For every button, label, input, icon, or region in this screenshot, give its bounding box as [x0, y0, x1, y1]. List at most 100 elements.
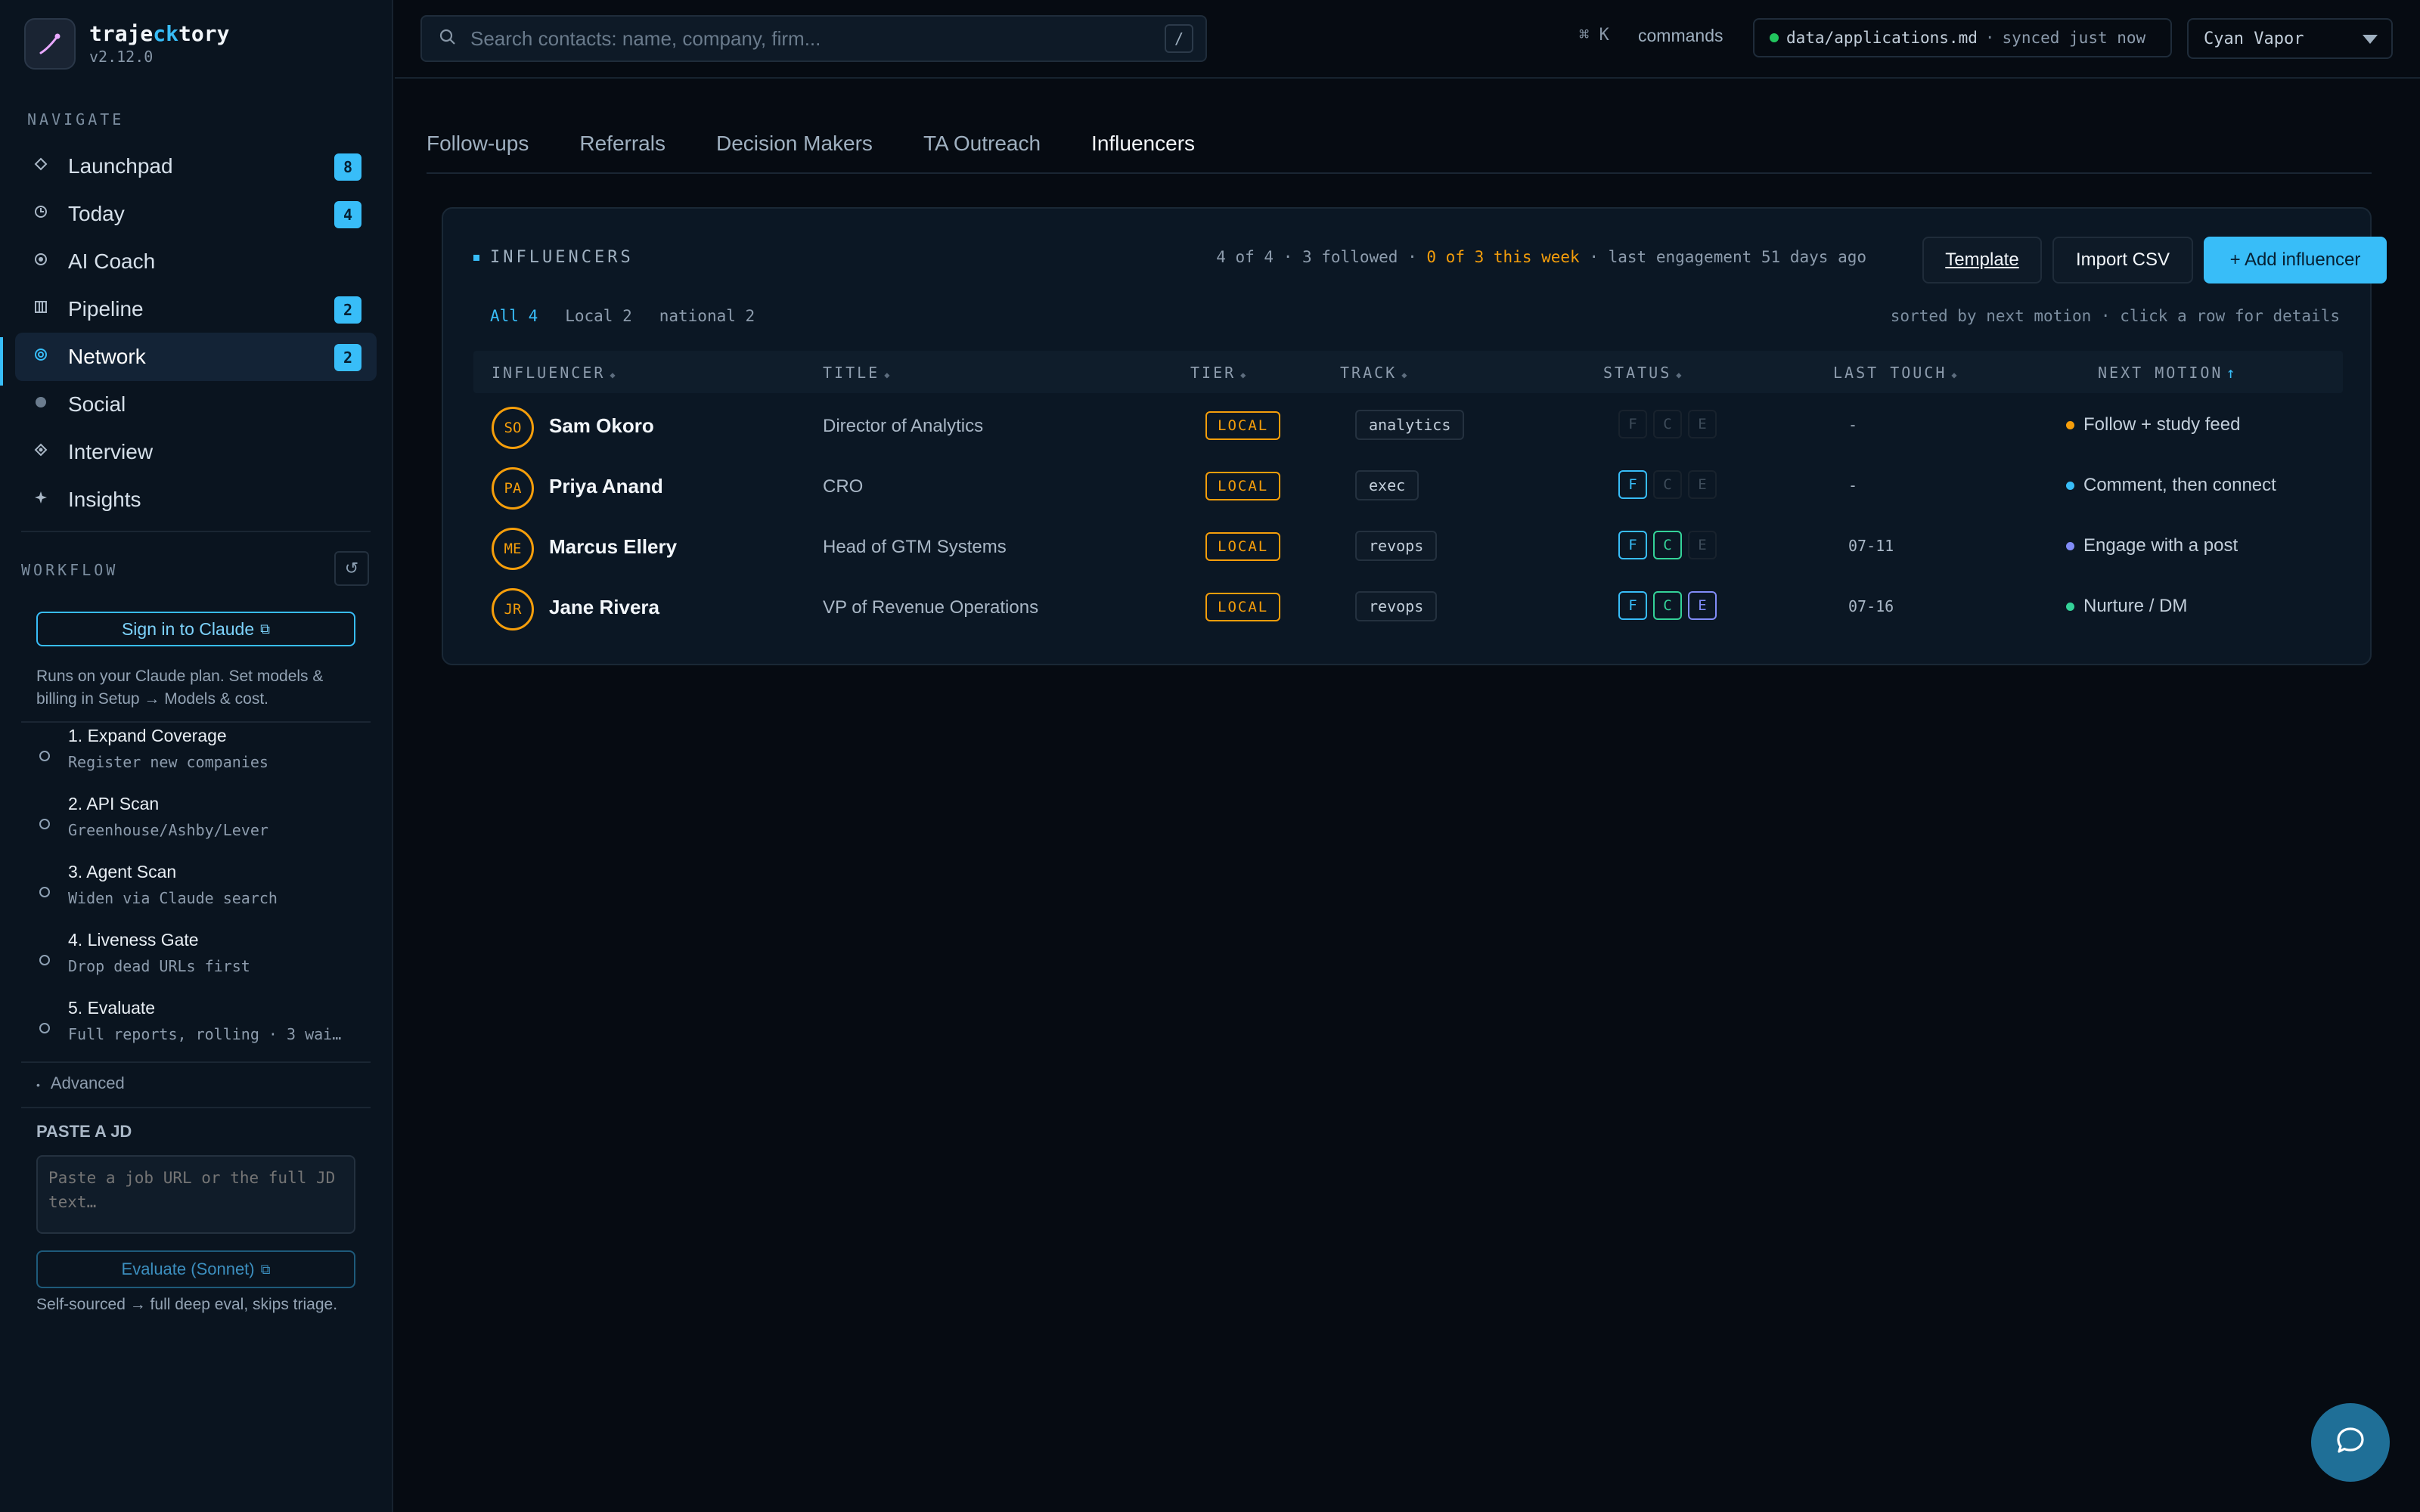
influencer-name: Jane Rivera	[549, 596, 659, 618]
filter-local[interactable]: Local 2	[565, 307, 632, 325]
refresh-icon: ↺	[344, 559, 359, 578]
nav-item-pipeline[interactable]: Pipeline 2	[15, 285, 377, 333]
status-follow-chip[interactable]: F	[1618, 591, 1647, 620]
status-comment-chip[interactable]: C	[1653, 531, 1682, 559]
filter-all[interactable]: All 4	[490, 307, 538, 325]
next-motion: Engage with a post	[2066, 535, 2238, 556]
workflow-steps: 1. Expand Coverage Register new companie…	[38, 723, 371, 1063]
theme-select[interactable]: Cyan Vapor	[2187, 18, 2393, 59]
sync-status[interactable]: data/applications.md · synced just now	[1753, 18, 2172, 57]
last-touch: 07-11	[1848, 537, 1894, 555]
status-engage-chip[interactable]: E	[1688, 410, 1717, 438]
brand[interactable]: trajecktory v2.12.0	[24, 18, 229, 70]
column-influencer[interactable]: INFLUENCER ◆	[492, 364, 618, 382]
tier-badge: LOCAL	[1205, 411, 1281, 440]
workflow-label: WORKFLOW	[21, 561, 119, 579]
tab-ta-outreach[interactable]: TA Outreach	[923, 122, 1041, 174]
last-touch: -	[1848, 416, 1858, 434]
jd-textarea[interactable]	[36, 1155, 355, 1234]
status-engage-chip[interactable]: E	[1688, 531, 1717, 559]
step-circle-icon	[39, 955, 50, 965]
workflow-step[interactable]: 1. Expand Coverage Register new companie…	[38, 723, 371, 791]
status-chips: F C E	[1618, 531, 1723, 559]
chat-button[interactable]	[2311, 1403, 2390, 1482]
add-influencer-button[interactable]: + Add influencer	[2204, 237, 2387, 284]
status-comment-chip[interactable]: C	[1653, 591, 1682, 620]
sort-icon: ◆	[610, 370, 618, 380]
status-engage-chip[interactable]: E	[1688, 470, 1717, 499]
status-chips: F C E	[1618, 591, 1723, 620]
influencer-title: Head of GTM Systems	[823, 537, 1007, 557]
sync-file: data/applications.md	[1786, 29, 1978, 47]
step-subtitle: Drop dead URLs first	[68, 957, 250, 975]
avatar: SO	[492, 407, 534, 449]
next-motion: Follow + study feed	[2066, 414, 2240, 435]
workflow-step[interactable]: 5. Evaluate Full reports, rolling · 3 wa…	[38, 995, 371, 1063]
workflow-step[interactable]: 2. API Scan Greenhouse/Ashby/Lever	[38, 791, 371, 859]
status-follow-chip[interactable]: F	[1618, 410, 1647, 438]
nav-label: Network	[68, 345, 146, 368]
table-row[interactable]: ME Marcus Ellery Head of GTM Systems LOC…	[473, 514, 2343, 575]
nav-item-social[interactable]: Social	[15, 380, 377, 429]
card-title: INFLUENCERS	[473, 248, 634, 267]
column-tier[interactable]: TIER ◆	[1190, 364, 1248, 382]
status-comment-chip[interactable]: C	[1653, 410, 1682, 438]
step-title: 1. Expand Coverage	[68, 726, 227, 745]
paste-jd-label: PASTE A JD	[36, 1122, 132, 1141]
evaluate-button[interactable]: Evaluate (Sonnet) ⧉	[36, 1250, 355, 1288]
filter-bar: All 4 Local 2 national 2	[490, 307, 782, 325]
search-input[interactable]: Search contacts: name, company, firm...	[470, 27, 821, 51]
workflow-note-2: billing in Setup → Models & cost.	[36, 690, 268, 708]
status-follow-chip[interactable]: F	[1618, 531, 1647, 559]
nav-item-ai-coach[interactable]: AI Coach	[15, 237, 377, 286]
step-title: 4. Liveness Gate	[68, 930, 199, 950]
tab-decision-makers[interactable]: Decision Makers	[716, 122, 873, 174]
column-track[interactable]: TRACK ◆	[1340, 364, 1409, 382]
nav-item-launchpad[interactable]: Launchpad 8	[15, 142, 377, 191]
next-motion: Comment, then connect	[2066, 475, 2276, 496]
nav-badge: 8	[334, 153, 361, 181]
table-row[interactable]: PA Priya Anand CRO LOCAL exec F C E - Co…	[473, 454, 2343, 514]
commands-button[interactable]: commands	[1638, 26, 1723, 46]
sign-in-label: Sign in to Claude	[121, 618, 255, 639]
sign-in-button[interactable]: Sign in to Claude ⧉	[36, 612, 355, 646]
advanced-toggle[interactable]: • Advanced	[36, 1074, 125, 1093]
column-title[interactable]: TITLE ◆	[823, 364, 892, 382]
workflow-step[interactable]: 4. Liveness Gate Drop dead URLs first	[38, 927, 371, 995]
sort-icon: ◆	[1240, 370, 1249, 380]
search-icon	[439, 28, 457, 50]
column-status[interactable]: STATUS ◆	[1603, 364, 1683, 382]
command-shortcut: ⌘ K	[1579, 26, 1609, 45]
influencer-title: Director of Analytics	[823, 416, 984, 436]
sparkle-icon	[33, 490, 56, 510]
columns-icon	[33, 299, 56, 319]
workflow-step[interactable]: 3. Agent Scan Widen via Claude search	[38, 859, 371, 927]
status-comment-chip[interactable]: C	[1653, 470, 1682, 499]
diamond-dot-icon	[33, 442, 56, 462]
status-engage-chip[interactable]: E	[1688, 591, 1717, 620]
track-tag: revops	[1355, 531, 1438, 561]
tab-follow-ups[interactable]: Follow-ups	[427, 122, 529, 174]
top-bar: Search contacts: name, company, firm... …	[395, 0, 2420, 79]
nav-item-insights[interactable]: Insights	[15, 476, 377, 524]
tier-badge: LOCAL	[1205, 593, 1281, 621]
search-box[interactable]: Search contacts: name, company, firm... …	[420, 15, 1207, 62]
nav-item-today[interactable]: Today 4	[15, 190, 377, 238]
nav-label: Today	[68, 202, 125, 225]
table-row[interactable]: SO Sam Okoro Director of Analytics LOCAL…	[473, 393, 2343, 454]
nav-item-network[interactable]: Network 2	[15, 333, 377, 381]
template-button[interactable]: Template	[1922, 237, 2042, 284]
filter-national[interactable]: national 2	[659, 307, 755, 325]
import-csv-button[interactable]: Import CSV	[2052, 237, 2193, 284]
nav-item-interview[interactable]: Interview	[15, 428, 377, 476]
table-row[interactable]: JR Jane Rivera VP of Revenue Operations …	[473, 575, 2343, 635]
tab-referrals[interactable]: Referrals	[579, 122, 666, 174]
chat-bubble-icon	[2332, 1423, 2369, 1463]
tab-influencers[interactable]: Influencers	[1091, 122, 1195, 174]
column-last-touch[interactable]: LAST TOUCH ◆	[1833, 364, 1959, 382]
status-follow-chip[interactable]: F	[1618, 470, 1647, 499]
divider	[21, 1107, 371, 1108]
refresh-button[interactable]: ↺	[334, 551, 369, 586]
column-next-motion[interactable]: NEXT MOTION ↑	[2098, 364, 2238, 382]
diamond-outline-icon	[33, 156, 56, 176]
